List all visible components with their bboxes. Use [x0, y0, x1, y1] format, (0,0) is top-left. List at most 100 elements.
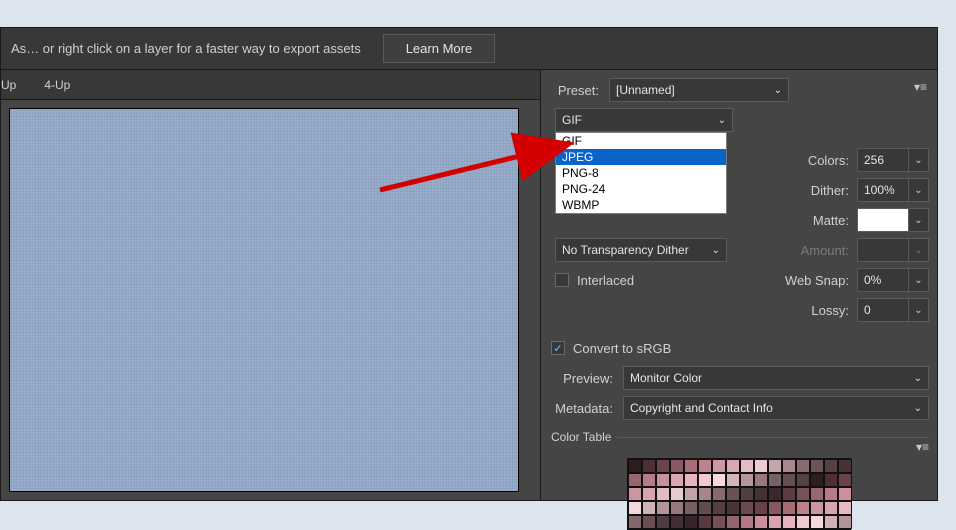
- color-swatch[interactable]: [768, 501, 782, 515]
- matte-stepper[interactable]: ⌄: [909, 208, 929, 232]
- color-swatch[interactable]: [628, 487, 642, 501]
- color-swatch[interactable]: [740, 473, 754, 487]
- color-swatch[interactable]: [642, 515, 656, 529]
- color-swatch[interactable]: [782, 459, 796, 473]
- color-swatch[interactable]: [726, 459, 740, 473]
- color-swatch[interactable]: [810, 501, 824, 515]
- color-swatch[interactable]: [824, 515, 838, 529]
- format-option-wbmp[interactable]: WBMP: [556, 197, 726, 213]
- colors-input[interactable]: 256: [857, 148, 909, 172]
- metadata-select[interactable]: Copyright and Contact Info ⌄: [623, 396, 929, 420]
- color-swatch[interactable]: [824, 473, 838, 487]
- color-swatch[interactable]: [824, 487, 838, 501]
- color-swatch[interactable]: [782, 487, 796, 501]
- dither-stepper[interactable]: ⌄: [909, 178, 929, 202]
- color-swatch[interactable]: [628, 473, 642, 487]
- format-select[interactable]: GIF ⌄: [555, 108, 733, 132]
- color-swatch[interactable]: [768, 515, 782, 529]
- color-table-flyout-icon[interactable]: ▾≡: [916, 440, 929, 454]
- color-swatch[interactable]: [726, 473, 740, 487]
- color-swatch[interactable]: [810, 459, 824, 473]
- color-swatch[interactable]: [698, 515, 712, 529]
- color-swatch[interactable]: [712, 459, 726, 473]
- color-swatch[interactable]: [670, 459, 684, 473]
- color-swatch[interactable]: [838, 487, 852, 501]
- color-swatch[interactable]: [684, 473, 698, 487]
- format-option-jpeg[interactable]: JPEG: [556, 149, 726, 165]
- color-swatch[interactable]: [656, 501, 670, 515]
- websnap-stepper[interactable]: ⌄: [909, 268, 929, 292]
- color-swatch[interactable]: [768, 487, 782, 501]
- format-option-png8[interactable]: PNG-8: [556, 165, 726, 181]
- color-swatch[interactable]: [810, 515, 824, 529]
- tab-2up[interactable]: Up: [1, 70, 30, 99]
- color-swatch[interactable]: [768, 459, 782, 473]
- color-swatch[interactable]: [684, 459, 698, 473]
- learn-more-button[interactable]: Learn More: [383, 34, 495, 63]
- color-swatch[interactable]: [628, 501, 642, 515]
- format-option-gif[interactable]: GIF: [556, 133, 726, 149]
- panel-flyout-icon[interactable]: ▾≡: [914, 80, 927, 94]
- color-swatch[interactable]: [656, 515, 670, 529]
- websnap-input[interactable]: 0%: [857, 268, 909, 292]
- color-swatch[interactable]: [754, 459, 768, 473]
- lossy-input[interactable]: 0: [857, 298, 909, 322]
- preset-select[interactable]: [Unnamed] ⌄: [609, 78, 789, 102]
- color-swatch[interactable]: [754, 515, 768, 529]
- color-swatch[interactable]: [810, 473, 824, 487]
- dither-input[interactable]: 100%: [857, 178, 909, 202]
- color-swatch[interactable]: [712, 515, 726, 529]
- tab-4up[interactable]: 4-Up: [30, 70, 84, 99]
- color-swatch[interactable]: [740, 501, 754, 515]
- color-swatch[interactable]: [754, 473, 768, 487]
- color-swatch[interactable]: [642, 473, 656, 487]
- color-swatch[interactable]: [684, 487, 698, 501]
- color-swatch[interactable]: [698, 473, 712, 487]
- color-swatch[interactable]: [768, 473, 782, 487]
- preview-select[interactable]: Monitor Color ⌄: [623, 366, 929, 390]
- color-swatch[interactable]: [740, 515, 754, 529]
- color-swatch[interactable]: [712, 473, 726, 487]
- transparency-dither-select[interactable]: No Transparency Dither ⌄: [555, 238, 727, 262]
- color-swatch[interactable]: [656, 459, 670, 473]
- color-swatch[interactable]: [754, 501, 768, 515]
- lossy-stepper[interactable]: ⌄: [909, 298, 929, 322]
- color-swatch[interactable]: [698, 459, 712, 473]
- color-swatch[interactable]: [726, 501, 740, 515]
- color-swatch[interactable]: [684, 515, 698, 529]
- color-swatch[interactable]: [740, 459, 754, 473]
- color-swatch[interactable]: [782, 515, 796, 529]
- color-swatch[interactable]: [824, 459, 838, 473]
- interlaced-checkbox[interactable]: [555, 273, 569, 287]
- color-swatch[interactable]: [796, 473, 810, 487]
- color-swatch[interactable]: [684, 501, 698, 515]
- color-swatch[interactable]: [796, 515, 810, 529]
- color-swatch[interactable]: [838, 501, 852, 515]
- color-swatch[interactable]: [670, 487, 684, 501]
- color-swatch[interactable]: [712, 501, 726, 515]
- image-canvas[interactable]: [9, 108, 519, 492]
- color-swatch[interactable]: [670, 473, 684, 487]
- color-swatch[interactable]: [698, 487, 712, 501]
- color-swatch[interactable]: [740, 487, 754, 501]
- color-swatch[interactable]: [782, 501, 796, 515]
- color-table-grid[interactable]: [627, 458, 851, 530]
- color-swatch[interactable]: [628, 459, 642, 473]
- color-swatch[interactable]: [796, 487, 810, 501]
- color-swatch[interactable]: [810, 487, 824, 501]
- color-swatch[interactable]: [796, 459, 810, 473]
- color-swatch[interactable]: [782, 473, 796, 487]
- color-swatch[interactable]: [838, 473, 852, 487]
- color-swatch[interactable]: [754, 487, 768, 501]
- color-swatch[interactable]: [726, 487, 740, 501]
- color-swatch[interactable]: [628, 515, 642, 529]
- color-swatch[interactable]: [642, 487, 656, 501]
- color-swatch[interactable]: [796, 501, 810, 515]
- color-swatch[interactable]: [726, 515, 740, 529]
- color-swatch[interactable]: [670, 501, 684, 515]
- matte-swatch[interactable]: [857, 208, 909, 232]
- color-swatch[interactable]: [698, 501, 712, 515]
- color-swatch[interactable]: [642, 501, 656, 515]
- color-swatch[interactable]: [670, 515, 684, 529]
- color-swatch[interactable]: [656, 473, 670, 487]
